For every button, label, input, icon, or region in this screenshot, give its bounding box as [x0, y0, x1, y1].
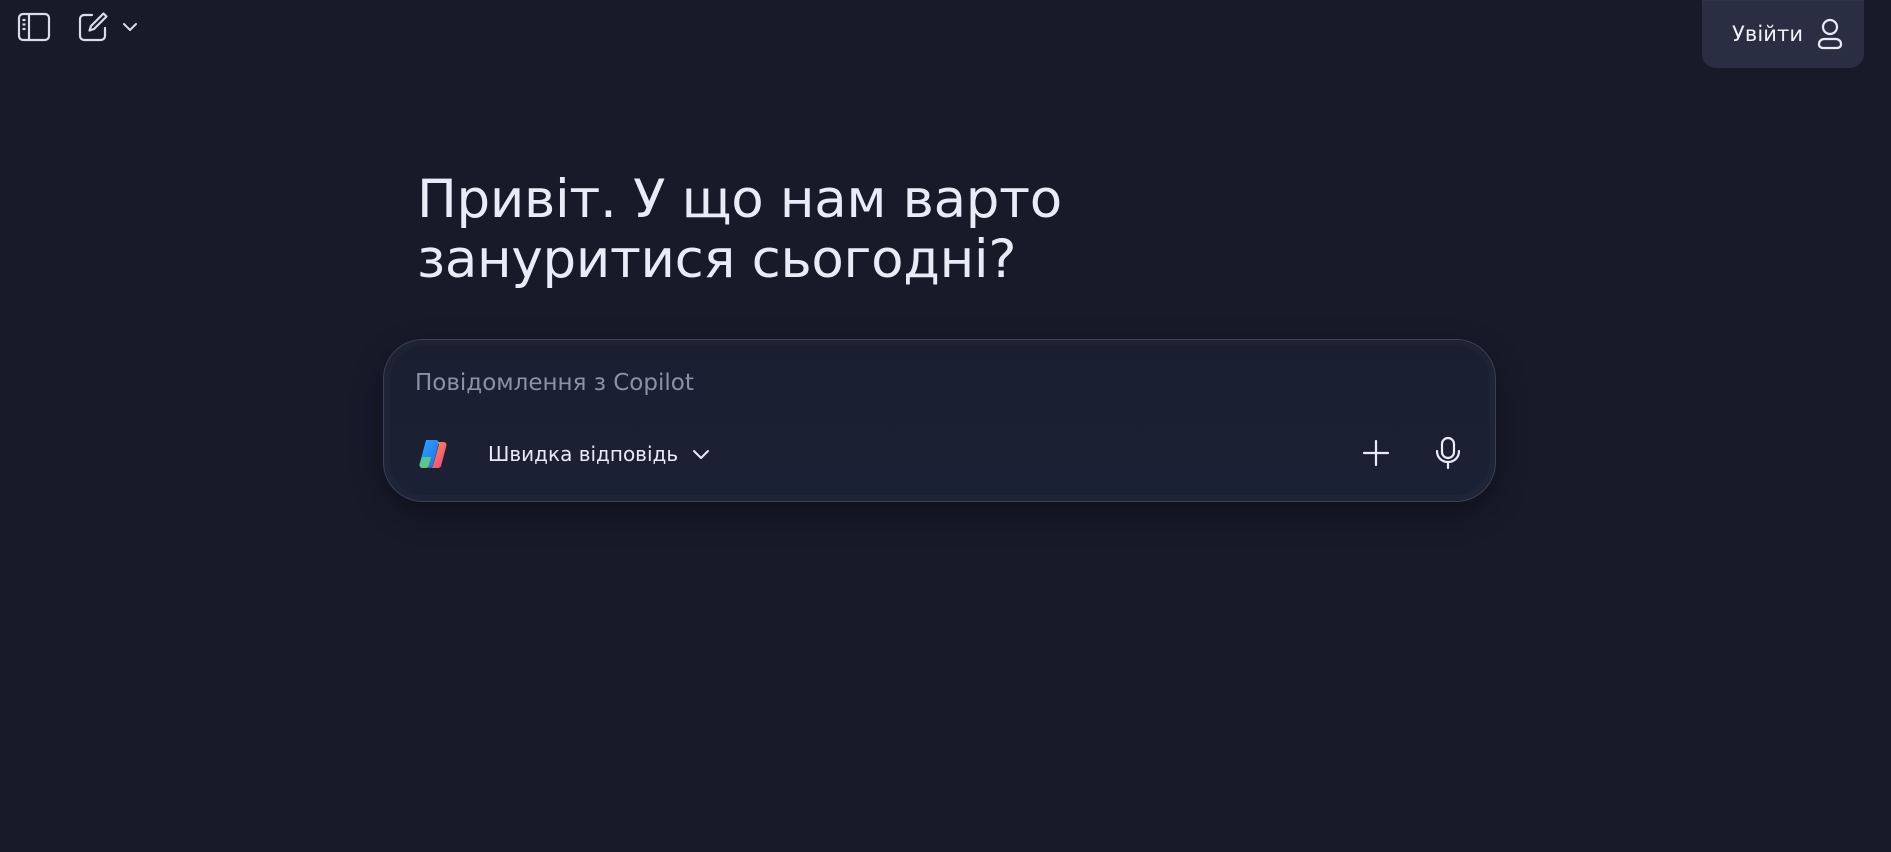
sidebar-panel-icon — [17, 12, 51, 42]
message-composer: Швидка відповідь — [383, 339, 1496, 502]
chevron-down-icon — [692, 449, 710, 460]
add-attachment-button[interactable] — [1356, 435, 1396, 475]
chevron-down-icon — [122, 22, 138, 32]
new-chat-button[interactable] — [75, 10, 111, 44]
sidebar-toggle-button[interactable] — [16, 10, 52, 44]
new-chat-options-button[interactable] — [119, 10, 141, 44]
microphone-icon — [1434, 436, 1462, 474]
signin-label: Увійти — [1732, 22, 1804, 46]
response-mode-selector[interactable]: Швидка відповідь — [488, 438, 710, 470]
copilot-logo-icon — [416, 437, 450, 471]
response-mode-label: Швидка відповідь — [488, 442, 679, 466]
user-icon — [1817, 18, 1843, 50]
plus-icon — [1361, 438, 1391, 472]
copilot-page: Увійти Привіт. У що нам варто зануритися… — [0, 0, 1891, 852]
message-input[interactable] — [415, 366, 1455, 400]
voice-input-button[interactable] — [1428, 435, 1468, 475]
signin-button[interactable]: Увійти — [1702, 0, 1864, 68]
top-toolbar — [16, 10, 141, 44]
compose-icon — [77, 11, 109, 43]
greeting-heading: Привіт. У що нам варто зануритися сьогод… — [417, 169, 1062, 290]
